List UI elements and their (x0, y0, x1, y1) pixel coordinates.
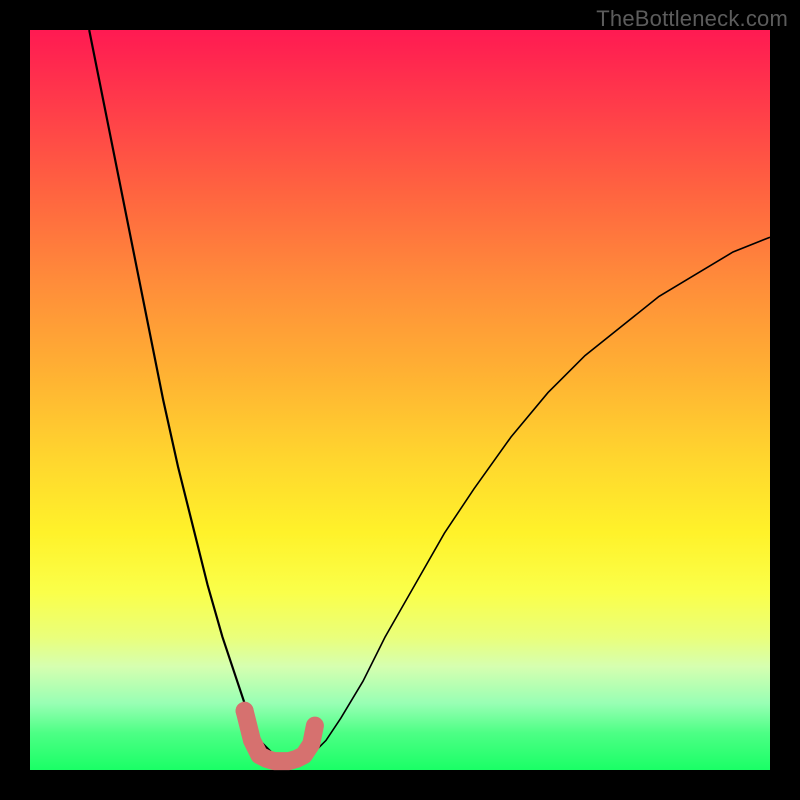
left-curve (89, 30, 274, 755)
right-curve (311, 237, 770, 755)
valley-marker-dot (236, 702, 254, 720)
watermark-text: TheBottleneck.com (596, 6, 788, 32)
curve-layer (30, 30, 770, 770)
valley-marker (245, 711, 315, 761)
chart-frame: TheBottleneck.com (0, 0, 800, 800)
plot-area (30, 30, 770, 770)
